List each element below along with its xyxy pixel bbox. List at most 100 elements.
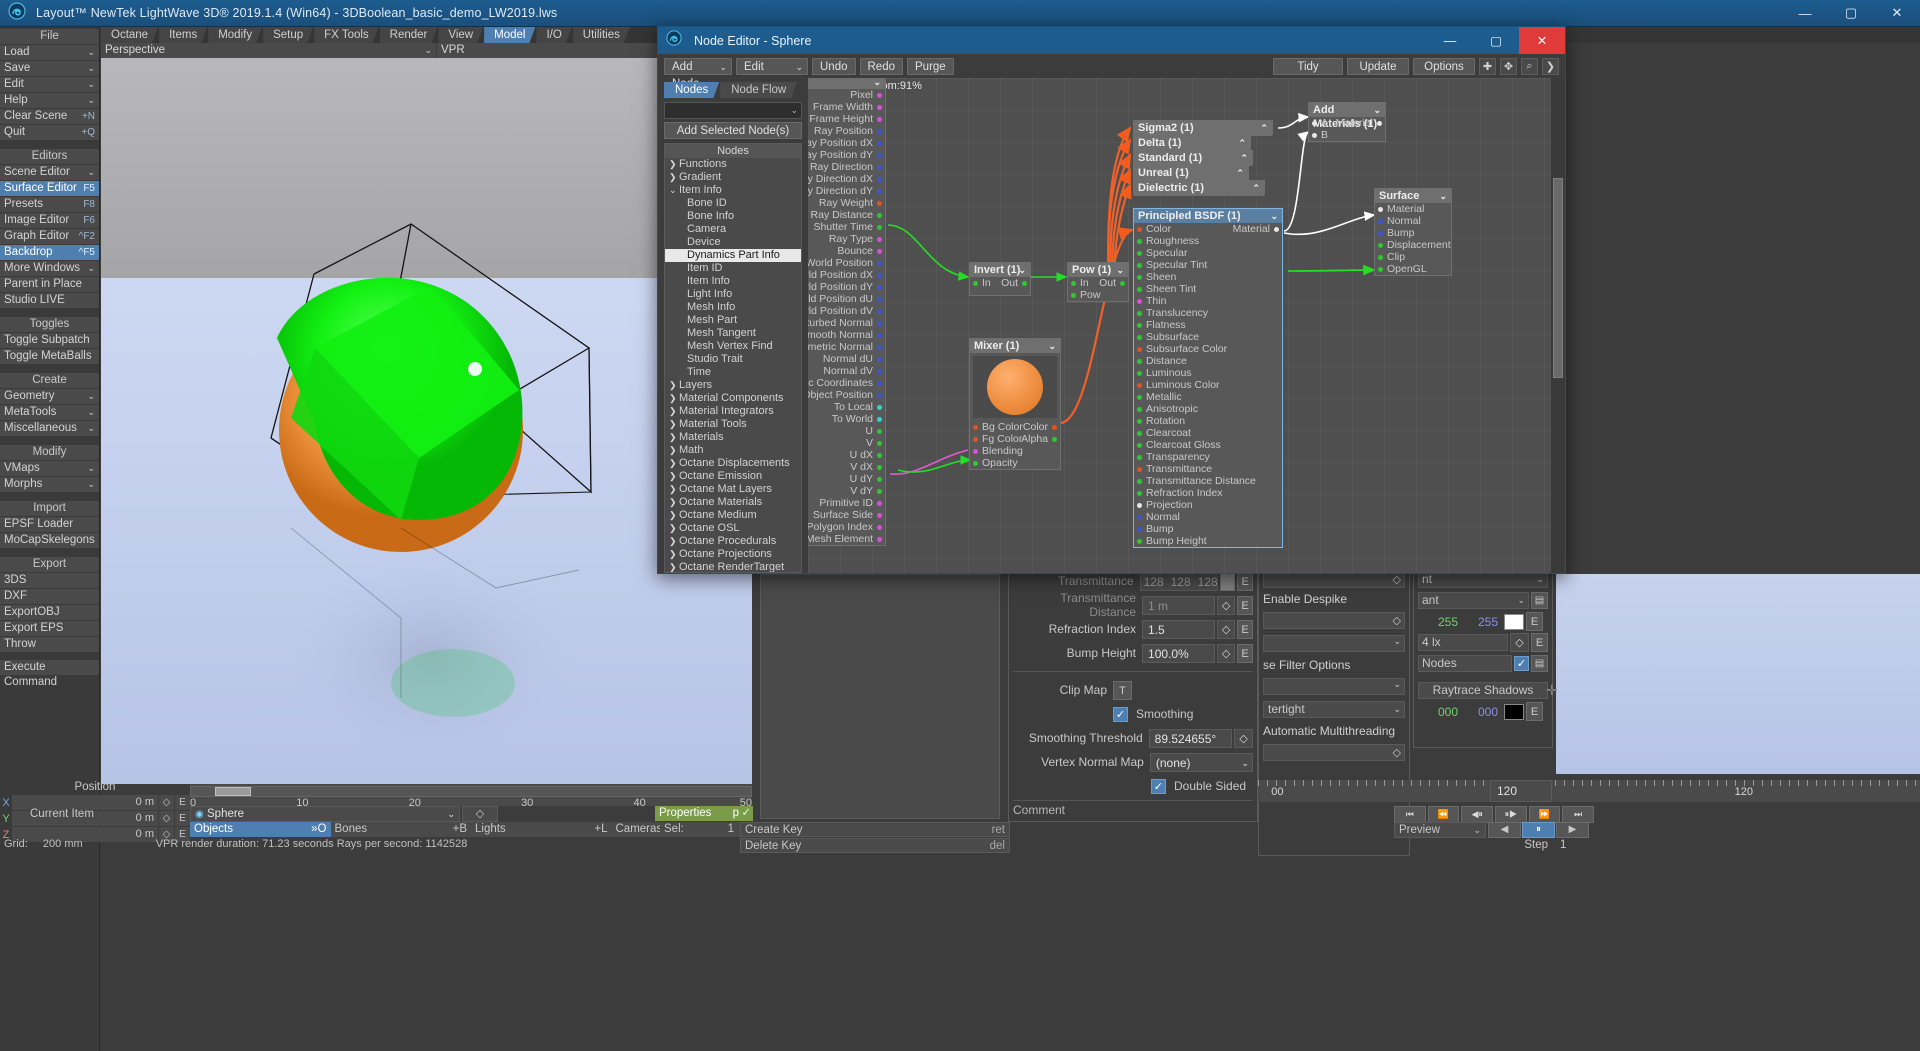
chevron-down-icon[interactable]: ⌄ <box>87 405 95 420</box>
node-port-world-position-dx[interactable]: World Position dX <box>808 269 885 281</box>
sidebar-item-geometry[interactable]: Geometry ⌄ <box>0 389 99 404</box>
port-dot-icon[interactable] <box>877 129 882 134</box>
port-dot-icon[interactable] <box>1137 539 1142 544</box>
raytrace-shadows-button[interactable]: Raytrace Shadows <box>1418 682 1548 699</box>
sidebar-item-surface-editor[interactable]: Surface Editor F5 <box>0 181 99 196</box>
port-dot-icon[interactable] <box>1137 239 1142 244</box>
node-port-projection[interactable]: Projection <box>1134 499 1282 511</box>
node-port-polygon-index[interactable]: Polygon Index <box>808 521 885 533</box>
node-port-world-position-dy[interactable]: World Position dY <box>808 281 885 293</box>
node-pow-port-pow[interactable]: Pow <box>1068 289 1128 301</box>
chevron-up-icon[interactable]: ⌃ <box>1252 181 1260 196</box>
node-port-transmittance[interactable]: Transmittance <box>1134 463 1282 475</box>
chevron-down-icon[interactable]: ⌄ <box>87 477 95 492</box>
node-port-distance[interactable]: Distance <box>1134 355 1282 367</box>
node-port-to-world[interactable]: To World <box>808 413 885 425</box>
port-dot-icon[interactable] <box>1137 335 1142 340</box>
chevron-down-icon[interactable]: ⌄ <box>447 807 455 821</box>
node-port-u-dx[interactable]: U dX <box>808 449 885 461</box>
port-dot-icon[interactable] <box>877 189 882 194</box>
sidebar-item-save[interactable]: Save ⌄ <box>0 61 99 76</box>
preview-dropdown[interactable]: Preview ⌄ <box>1394 822 1486 838</box>
port-dot-icon[interactable] <box>1378 219 1383 224</box>
port-dot-icon[interactable] <box>877 153 882 158</box>
port-dot-icon[interactable] <box>877 453 882 458</box>
node-add-materials-header[interactable]: Add Materials (1) ⌄ <box>1309 103 1385 130</box>
port-dot-icon[interactable] <box>877 333 882 338</box>
node-mixer[interactable]: Mixer (1) ⌄ Bg Color Color Fg Color Alpha Bl… <box>969 338 1061 470</box>
node-port-mesh-element[interactable]: Mesh Element <box>808 533 885 545</box>
toolbar-tab-render[interactable]: Render <box>380 27 438 43</box>
port-dot-icon[interactable] <box>877 249 882 254</box>
node-port-shutter-time[interactable]: Shutter Time <box>808 221 885 233</box>
chevron-down-icon[interactable]: ⌄ <box>1393 636 1401 647</box>
node-collapsed-header[interactable]: Delta (1) ⌃ <box>1134 136 1250 151</box>
sidebar-item-epsf-loader[interactable]: EPSF Loader <box>0 517 99 532</box>
node-pow-header[interactable]: Pow (1) ⌄ <box>1068 263 1128 277</box>
chevron-down-icon[interactable]: ⌄ <box>87 45 95 60</box>
sidebar-item-execute-command[interactable]: Execute Command <box>0 660 99 688</box>
nodes-field[interactable]: Nodes <box>1418 655 1512 672</box>
light-color-e-button[interactable]: E <box>1526 612 1543 631</box>
item-nav-button[interactable]: ◇ <box>462 806 498 822</box>
node-port-opacity[interactable]: Opacity <box>970 457 1060 469</box>
sidebar-item-vmaps[interactable]: VMaps ⌄ <box>0 461 99 476</box>
chevron-right-icon[interactable]: ❯ <box>669 171 679 184</box>
port-dot-icon[interactable] <box>1137 251 1142 256</box>
port-dot-icon[interactable] <box>1377 121 1382 126</box>
current-frame-field[interactable]: 120 <box>1490 780 1552 802</box>
node-spot-info-header[interactable]: Spot Info ⌄ <box>808 78 885 89</box>
node-tree-item-octane-displacements[interactable]: ❯ Octane Displacements <box>665 457 801 470</box>
node-port-luminous-color[interactable]: Luminous Color <box>1134 379 1282 391</box>
surface-value-field[interactable]: 100.0% <box>1142 643 1216 663</box>
sidebar-item-mocapskelegons[interactable]: MoCapSkelegons <box>0 533 99 548</box>
chevron-down-icon[interactable]: ⌄ <box>87 165 95 180</box>
node-port-v-dy[interactable]: V dY <box>808 485 885 497</box>
node-port-ray-type[interactable]: Ray Type <box>808 233 885 245</box>
sidebar-item-presets[interactable]: Presets F8 <box>0 197 99 212</box>
port-dot-icon[interactable] <box>1137 419 1142 424</box>
chevron-down-icon[interactable]: ⌄ <box>1270 209 1278 223</box>
toolbar-tab-model[interactable]: Model <box>484 27 535 43</box>
current-item-value[interactable]: ◉ Sphere ⌄ <box>190 806 460 822</box>
tab-objects[interactable]: Objects »O <box>190 822 331 837</box>
node-tree-item-item-info[interactable]: Item Info <box>665 275 801 288</box>
port-dot-icon[interactable] <box>1378 231 1383 236</box>
node-tree-item-bone-id[interactable]: Bone ID <box>665 197 801 210</box>
node-port-opengl[interactable]: OpenGL <box>1375 263 1451 275</box>
port-dot-icon[interactable] <box>1052 437 1057 442</box>
sidebar-item-image-editor[interactable]: Image Editor F6 <box>0 213 99 228</box>
node-tree-item-mesh-tangent[interactable]: Mesh Tangent <box>665 327 801 340</box>
port-dot-icon[interactable] <box>1137 407 1142 412</box>
create-key-button[interactable]: Create Key ret <box>740 822 1010 837</box>
use-filter-options-label[interactable]: se Filter Options <box>1263 658 1405 672</box>
move-icon[interactable]: ✥ <box>1500 57 1517 75</box>
sidebar-item-edit[interactable]: Edit ⌄ <box>0 77 99 92</box>
sidebar-item-toggle-metaballs[interactable]: Toggle MetaBalls <box>0 349 99 364</box>
port-dot-icon[interactable] <box>877 321 882 326</box>
automatic-multithreading-label[interactable]: Automatic Multithreading <box>1263 724 1405 738</box>
node-port-pixel[interactable]: Pixel <box>808 89 885 101</box>
node-port-displacement[interactable]: Displacement <box>1375 239 1451 251</box>
node-sigma2-1-[interactable]: Sigma2 (1) ⌃ <box>1133 120 1273 136</box>
port-dot-icon[interactable] <box>1312 133 1317 138</box>
port-dot-icon[interactable] <box>877 309 882 314</box>
node-port-roughness[interactable]: Roughness <box>1134 235 1282 247</box>
node-graph-canvas[interactable]: X:31 Y:138 Zoom:91% <box>808 78 1551 573</box>
chevron-down-icon[interactable]: ⌄ <box>1536 572 1544 587</box>
port-dot-icon[interactable] <box>877 93 882 98</box>
node-port-clip[interactable]: Clip <box>1375 251 1451 263</box>
node-port-world-position[interactable]: World Position <box>808 257 885 269</box>
node-collapsed-header[interactable]: Dielectric (1) ⌃ <box>1134 181 1264 196</box>
node-port-transparency[interactable]: Transparency <box>1134 451 1282 463</box>
port-dot-icon[interactable] <box>1137 455 1142 460</box>
chevron-down-icon[interactable]: ⌄ <box>669 184 679 197</box>
node-port-object-position[interactable]: Object Position <box>808 389 885 401</box>
sidebar-item-quit[interactable]: Quit +Q <box>0 125 99 140</box>
port-dot-icon[interactable] <box>1137 467 1142 472</box>
node-port-ray-direction-dy[interactable]: Ray Direction dY <box>808 185 885 197</box>
node-collapsed-header[interactable]: Standard (1) ⌃ <box>1134 151 1252 166</box>
smoothing-threshold-envelope[interactable]: ◇ <box>1234 728 1253 748</box>
node-tree[interactable]: Nodes ❯ Functions ❯ Gradient ⌄ Item Info Bone … <box>664 143 802 573</box>
port-dot-icon[interactable] <box>877 273 882 278</box>
